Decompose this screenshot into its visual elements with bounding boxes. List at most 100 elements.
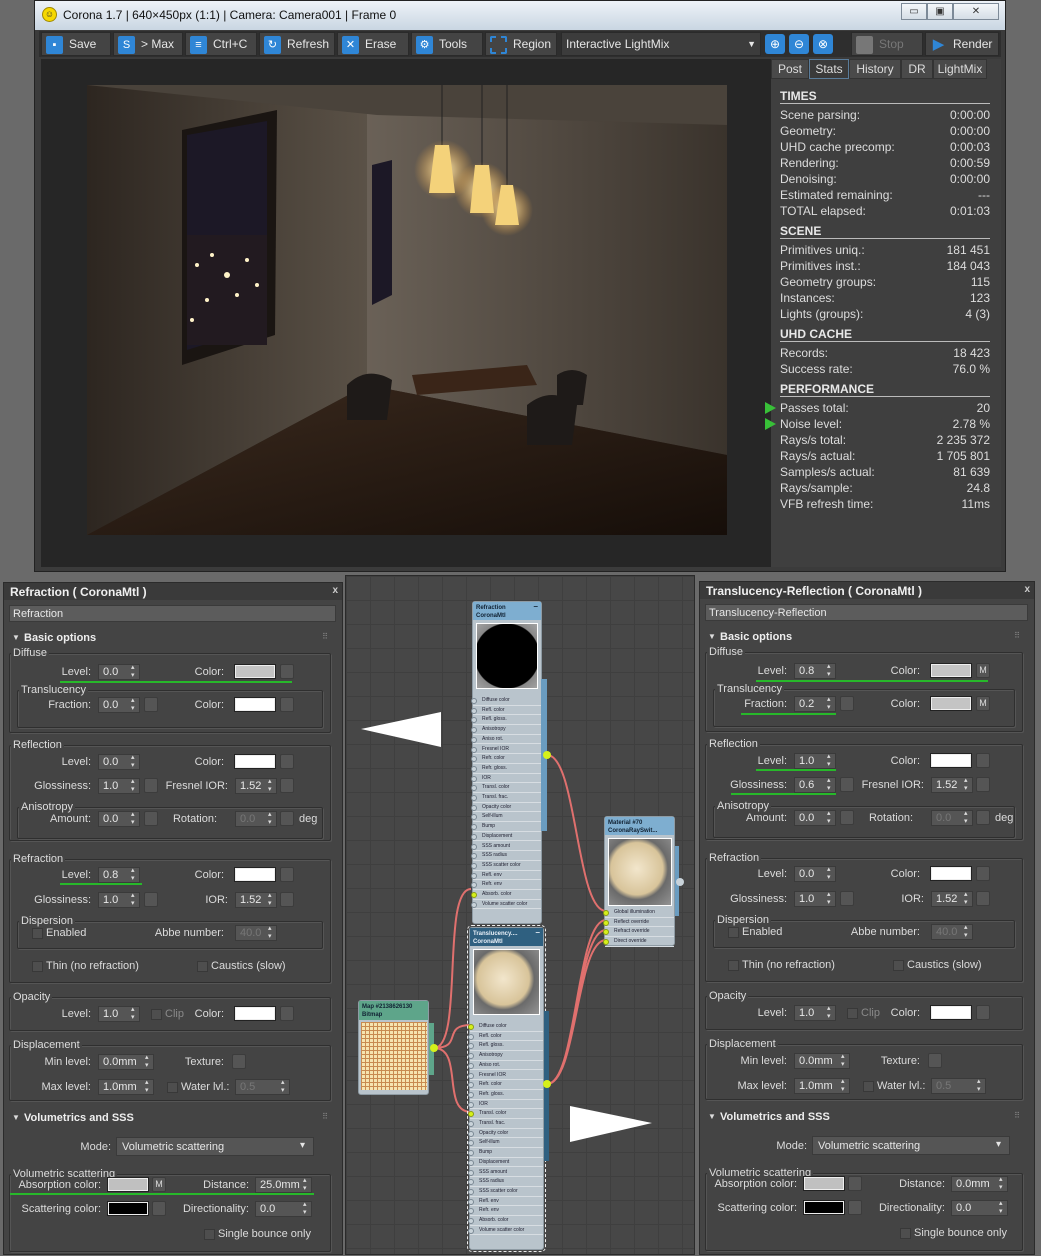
save-button[interactable]: ▪ Save <box>41 32 111 56</box>
input-slot[interactable]: Refr. env <box>471 880 541 890</box>
input-slot[interactable]: Transl. color <box>471 783 541 793</box>
input-slot[interactable]: IOR <box>471 774 541 784</box>
input-slot[interactable]: Volume scatter color <box>471 900 541 910</box>
slot-socket-icon[interactable] <box>471 901 477 908</box>
volumetrics-header[interactable]: Volumetrics and SSS <box>24 1112 134 1124</box>
rotation-map-button[interactable] <box>976 810 990 825</box>
translucency-map-button[interactable]: M <box>976 696 990 711</box>
slot-socket-icon[interactable] <box>468 1159 474 1166</box>
ior-spinner[interactable]: 1.52 <box>235 892 277 908</box>
material-name-input[interactable]: Refraction <box>9 605 336 622</box>
input-slot[interactable]: SSS amount <box>471 842 541 852</box>
translucency-color-swatch[interactable] <box>930 696 972 711</box>
fresnel-map-button[interactable] <box>280 778 294 793</box>
single-bounce-checkbox[interactable] <box>204 1229 215 1240</box>
collapse-icon[interactable]: – <box>536 929 540 937</box>
slot-socket-icon[interactable] <box>603 910 609 916</box>
rollout-collapse-icon[interactable]: ▼ <box>708 632 716 641</box>
diffuse-map-button[interactable]: M <box>976 663 990 678</box>
slot-socket-icon[interactable] <box>471 892 477 898</box>
diffuse-map-button[interactable] <box>280 664 294 679</box>
opacity-map-button[interactable] <box>976 1005 990 1020</box>
slot-socket-icon[interactable] <box>471 833 477 840</box>
node-wire[interactable] <box>433 1047 472 1113</box>
input-slot[interactable]: Refl. env <box>471 871 541 881</box>
slot-socket-icon[interactable] <box>471 707 477 714</box>
slot-socket-icon[interactable] <box>468 1130 474 1137</box>
rotation-spinner[interactable]: 0.0 <box>235 811 277 827</box>
volumetrics-header[interactable]: Volumetrics and SSS <box>720 1111 830 1123</box>
reflection-color-swatch[interactable] <box>930 753 972 768</box>
input-slot[interactable]: Refr. env <box>468 1206 543 1216</box>
refraction-map-button[interactable] <box>976 866 990 881</box>
basic-options-header[interactable]: Basic options <box>24 632 96 644</box>
slot-socket-icon[interactable] <box>471 746 477 753</box>
slot-socket-icon[interactable] <box>471 736 477 743</box>
thin-checkbox[interactable] <box>728 960 739 971</box>
slot-socket-icon[interactable] <box>468 1169 474 1176</box>
erase-button[interactable]: ✕ Erase <box>337 32 409 56</box>
rollout-collapse-icon[interactable]: ▼ <box>12 633 20 642</box>
fresnel-ior-spinner[interactable]: 1.52 <box>235 778 277 794</box>
to-max-button[interactable]: S > Max <box>113 32 183 56</box>
slot-socket-icon[interactable] <box>468 1053 474 1060</box>
reflection-map-button[interactable] <box>976 753 990 768</box>
ray-switch-node[interactable]: Material #70 CoronaRaySwit... Global illum… <box>603 816 675 947</box>
input-slot[interactable]: SSS radius <box>468 1177 543 1187</box>
input-slot[interactable]: Displacement <box>468 1158 543 1168</box>
slot-socket-icon[interactable] <box>468 1062 474 1069</box>
ior-spinner[interactable]: 1.52 <box>931 891 973 907</box>
input-slot[interactable]: SSS scatter color <box>471 861 541 871</box>
displacement-texture-button[interactable] <box>232 1054 246 1069</box>
fresnel-ior-spinner[interactable]: 1.52 <box>931 777 973 793</box>
slot-socket-icon[interactable] <box>471 717 477 724</box>
material-name-input[interactable]: Translucency-Reflection <box>705 604 1028 621</box>
input-slot[interactable]: Refl. gloss. <box>468 1041 543 1052</box>
render-viewport[interactable] <box>41 59 771 567</box>
input-slot[interactable]: IOR <box>468 1100 543 1110</box>
slot-socket-icon[interactable] <box>468 1208 474 1215</box>
input-slot[interactable]: Bump <box>471 822 541 832</box>
displacement-texture-button[interactable] <box>928 1053 942 1068</box>
slot-socket-icon[interactable] <box>468 1082 474 1089</box>
water-level-checkbox[interactable] <box>167 1082 178 1093</box>
input-slot[interactable]: Direct override <box>603 937 674 947</box>
slate-node-editor[interactable]: Refraction CoronaMtl – Diffuse color Refl. c… <box>345 575 695 1255</box>
input-slot[interactable]: Refl. color <box>471 706 541 716</box>
input-slot[interactable]: Refr. color <box>471 754 541 764</box>
tab-history[interactable]: History <box>849 59 901 79</box>
dispersion-enabled-checkbox[interactable] <box>32 928 43 939</box>
tab-stats[interactable]: Stats <box>809 59 849 79</box>
slot-socket-icon[interactable] <box>468 1227 474 1234</box>
slot-socket-icon[interactable] <box>603 929 609 936</box>
water-level-checkbox[interactable] <box>863 1081 874 1092</box>
close-button[interactable]: ✕ <box>953 3 999 20</box>
directionality-spinner[interactable]: 0.0 <box>255 1201 312 1217</box>
water-level-spinner[interactable]: 0.5 <box>235 1079 290 1095</box>
thin-checkbox[interactable] <box>32 961 43 972</box>
fresnel-map-button[interactable] <box>976 777 990 792</box>
refraction-node[interactable]: Refraction CoronaMtl – Diffuse color Refl. c… <box>471 601 542 925</box>
slot-socket-icon[interactable] <box>471 756 477 763</box>
input-slot[interactable]: SSS scatter color <box>468 1187 543 1197</box>
input-slot[interactable]: Transl. color <box>468 1109 543 1119</box>
caustics-checkbox[interactable] <box>197 961 208 972</box>
refraction-color-swatch[interactable] <box>234 867 276 882</box>
input-slot[interactable]: Diffuse color <box>471 696 541 706</box>
input-slot[interactable]: Refract override <box>603 927 674 938</box>
slot-socket-icon[interactable] <box>468 1043 474 1050</box>
slot-socket-icon[interactable] <box>603 939 609 946</box>
rotation-spinner[interactable]: 0.0 <box>931 810 973 826</box>
ior-map-button[interactable] <box>280 892 294 907</box>
translucency-node[interactable]: Translucency.... CoronaMtl – Diffuse color R… <box>467 924 546 1253</box>
output-socket-icon[interactable] <box>543 1080 551 1088</box>
opacity-map-button[interactable] <box>280 1006 294 1021</box>
rotation-map-button[interactable] <box>280 811 294 826</box>
input-slot[interactable]: Absorb. color <box>471 890 541 900</box>
slot-socket-icon[interactable] <box>471 765 477 772</box>
input-slot[interactable]: Anisotropy <box>471 725 541 735</box>
distance-spinner[interactable]: 0.0mm <box>951 1176 1008 1192</box>
input-slot[interactable]: Refr. gloss. <box>471 764 541 774</box>
slot-socket-icon[interactable] <box>471 814 477 821</box>
zoom-in-icon[interactable]: ⊕ <box>765 34 785 54</box>
